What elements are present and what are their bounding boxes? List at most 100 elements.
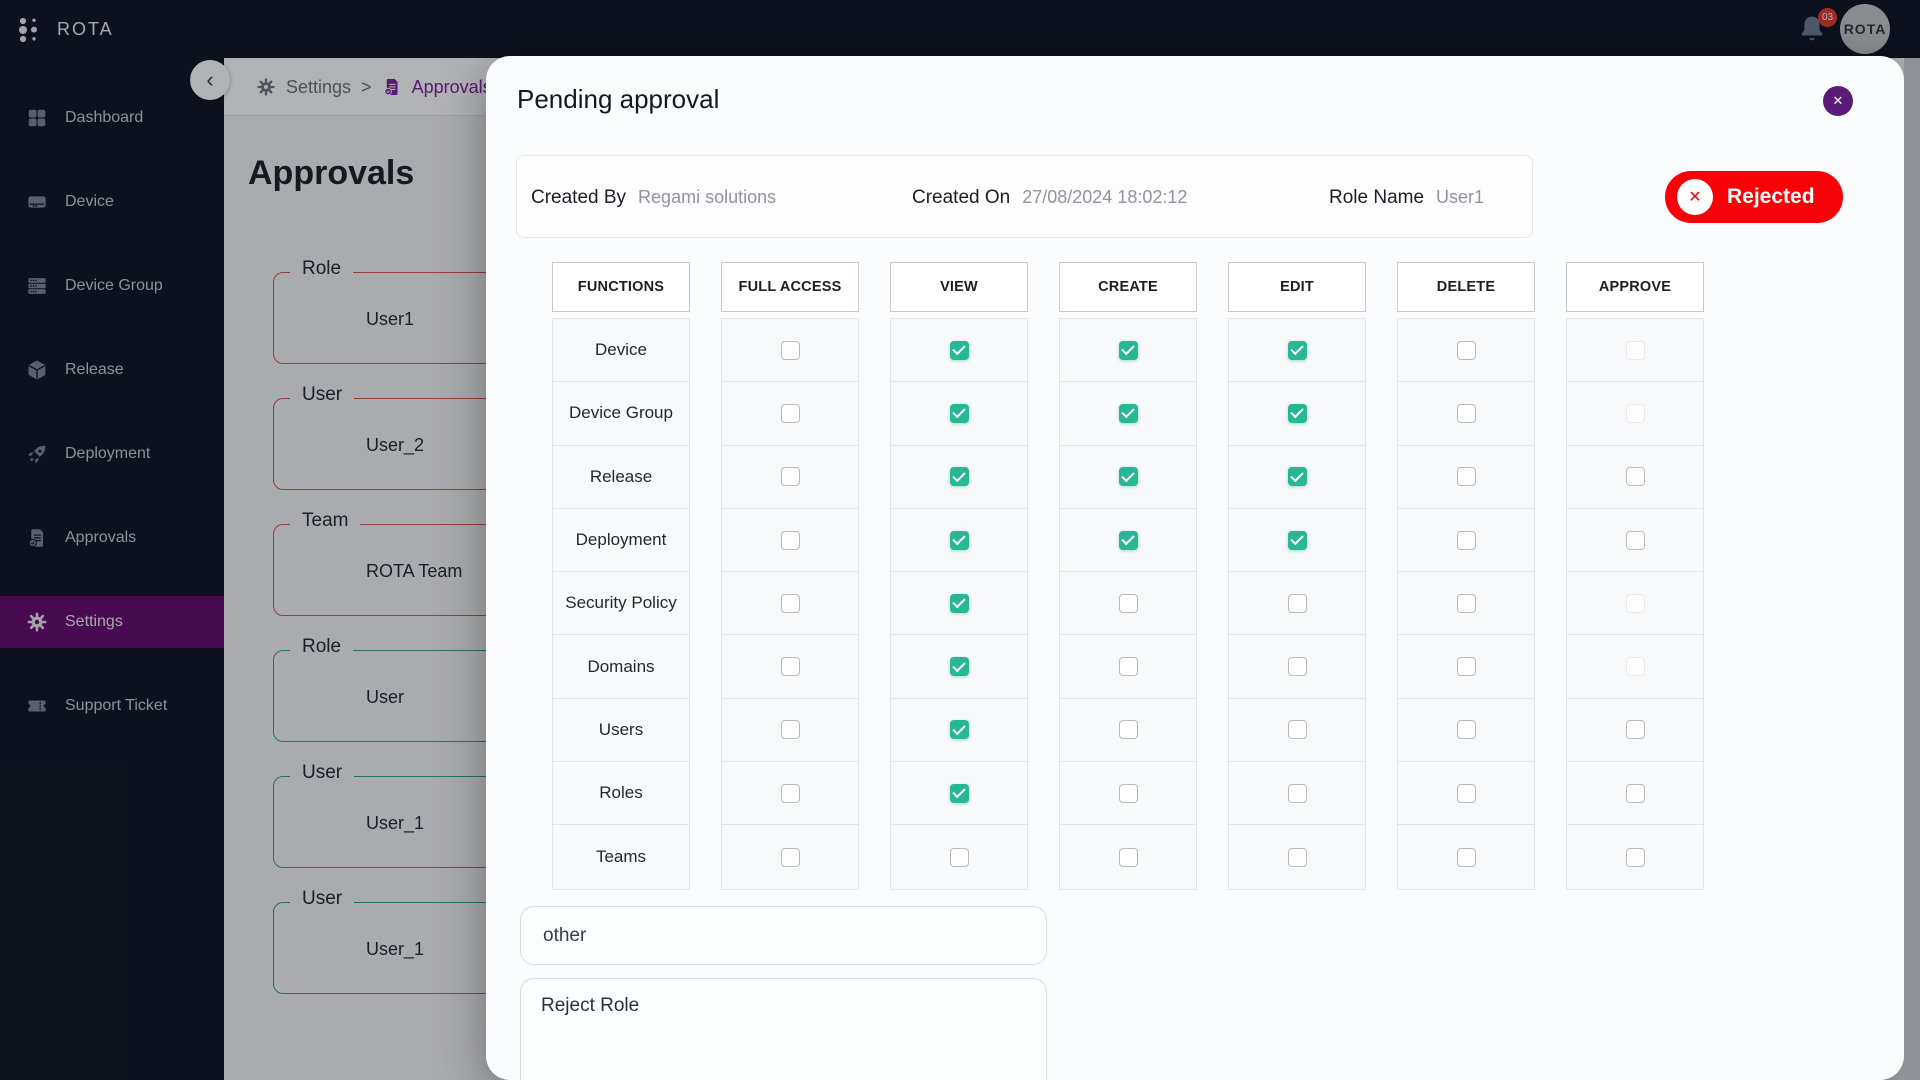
checkbox-users-approve[interactable] bbox=[1625, 720, 1645, 740]
checkbox-device-group-full-access[interactable] bbox=[780, 403, 800, 423]
checkbox-device-edit[interactable] bbox=[1287, 340, 1307, 360]
checkbox-cell bbox=[1060, 699, 1196, 763]
column-header-edit: EDIT bbox=[1228, 262, 1366, 312]
checkbox-cell bbox=[722, 382, 858, 446]
checkbox-domains-create[interactable] bbox=[1118, 657, 1138, 677]
checkbox-security-policy-edit[interactable] bbox=[1287, 593, 1307, 613]
checkbox-device-delete[interactable] bbox=[1456, 340, 1476, 360]
checkbox-users-edit[interactable] bbox=[1287, 720, 1307, 740]
function-label-roles: Roles bbox=[553, 762, 689, 826]
reject-reason-textarea[interactable]: Reject Role bbox=[520, 978, 1047, 1080]
checkbox-device-view[interactable] bbox=[949, 340, 969, 360]
checkbox-cell bbox=[1229, 382, 1365, 446]
permission-column-approve: APPROVE bbox=[1566, 262, 1704, 890]
checkbox-cell bbox=[1229, 699, 1365, 763]
checkbox-cell bbox=[1567, 509, 1703, 573]
created-by-group: Created By Regami solutions bbox=[531, 156, 776, 239]
checkbox-cell bbox=[1060, 382, 1196, 446]
checkbox-cell bbox=[891, 825, 1027, 888]
checkbox-cell bbox=[1060, 635, 1196, 699]
checkbox-users-create[interactable] bbox=[1118, 720, 1138, 740]
checkbox-security-policy-create[interactable] bbox=[1118, 593, 1138, 613]
checkbox-deployment-edit[interactable] bbox=[1287, 530, 1307, 550]
checkbox-roles-view[interactable] bbox=[949, 783, 969, 803]
checkbox-users-view[interactable] bbox=[949, 720, 969, 740]
checkbox-teams-view[interactable] bbox=[949, 847, 969, 867]
checkbox-deployment-approve[interactable] bbox=[1625, 530, 1645, 550]
scrollbar[interactable] bbox=[1904, 58, 1920, 1080]
checkbox-cell bbox=[722, 635, 858, 699]
checkbox-device-group-view[interactable] bbox=[949, 403, 969, 423]
checkbox-security-policy-full-access[interactable] bbox=[780, 593, 800, 613]
checkbox-users-full-access[interactable] bbox=[780, 720, 800, 740]
checkbox-cell bbox=[1229, 825, 1365, 888]
checkbox-deployment-delete[interactable] bbox=[1456, 530, 1476, 550]
checkbox-cell bbox=[891, 699, 1027, 763]
checkbox-deployment-view[interactable] bbox=[949, 530, 969, 550]
checkbox-release-delete[interactable] bbox=[1456, 467, 1476, 487]
permission-column-delete: DELETE bbox=[1397, 262, 1535, 890]
checkbox-roles-edit[interactable] bbox=[1287, 783, 1307, 803]
checkbox-cell bbox=[1567, 699, 1703, 763]
checkbox-users-delete[interactable] bbox=[1456, 720, 1476, 740]
checkbox-deployment-create[interactable] bbox=[1118, 530, 1138, 550]
checkbox-cell bbox=[1229, 762, 1365, 826]
checkbox-device-group-approve[interactable] bbox=[1625, 403, 1645, 423]
function-label-device: Device bbox=[553, 319, 689, 383]
checkbox-device-create[interactable] bbox=[1118, 340, 1138, 360]
column-header-functions: FUNCTIONS bbox=[552, 262, 690, 312]
checkbox-cell bbox=[891, 446, 1027, 509]
checkbox-cell bbox=[1398, 572, 1534, 636]
checkbox-teams-delete[interactable] bbox=[1456, 847, 1476, 867]
role-name-label: Role Name bbox=[1329, 186, 1425, 208]
checkbox-deployment-full-access[interactable] bbox=[780, 530, 800, 550]
checkbox-teams-edit[interactable] bbox=[1287, 847, 1307, 867]
checkbox-cell bbox=[1567, 319, 1703, 383]
checkbox-domains-full-access[interactable] bbox=[780, 657, 800, 677]
checkbox-device-group-edit[interactable] bbox=[1287, 403, 1307, 423]
checkbox-teams-full-access[interactable] bbox=[780, 847, 800, 867]
close-button[interactable]: ✕ bbox=[1823, 86, 1853, 116]
function-label-teams: Teams bbox=[595, 847, 647, 867]
column-header-delete: DELETE bbox=[1397, 262, 1535, 312]
permission-column-view: VIEW bbox=[890, 262, 1028, 890]
checkbox-domains-edit[interactable] bbox=[1287, 657, 1307, 677]
checkbox-release-edit[interactable] bbox=[1287, 467, 1307, 487]
checkbox-cell bbox=[722, 762, 858, 826]
checkbox-security-policy-view[interactable] bbox=[949, 593, 969, 613]
checkbox-domains-view[interactable] bbox=[949, 657, 969, 677]
checkbox-cell bbox=[1060, 446, 1196, 509]
checkbox-device-full-access[interactable] bbox=[780, 340, 800, 360]
checkbox-cell bbox=[1398, 319, 1534, 383]
checkbox-domains-approve[interactable] bbox=[1625, 657, 1645, 677]
status-badge-rejected: ✕ Rejected bbox=[1665, 171, 1843, 223]
checkbox-release-approve[interactable] bbox=[1625, 467, 1645, 487]
column-header-full-access: FULL ACCESS bbox=[721, 262, 859, 312]
checkbox-cell bbox=[891, 762, 1027, 826]
function-label-deployment: Deployment bbox=[553, 509, 689, 573]
checkbox-roles-approve[interactable] bbox=[1625, 783, 1645, 803]
function-label-security-policy: Security Policy bbox=[553, 572, 689, 636]
checkbox-device-approve[interactable] bbox=[1625, 340, 1645, 360]
checkbox-cell bbox=[1398, 635, 1534, 699]
checkbox-teams-create[interactable] bbox=[1118, 847, 1138, 867]
checkbox-roles-delete[interactable] bbox=[1456, 783, 1476, 803]
checkbox-device-group-delete[interactable] bbox=[1456, 403, 1476, 423]
checkbox-security-policy-approve[interactable] bbox=[1625, 593, 1645, 613]
checkbox-teams-approve[interactable] bbox=[1625, 847, 1645, 867]
checkbox-release-full-access[interactable] bbox=[780, 467, 800, 487]
other-input[interactable] bbox=[520, 906, 1047, 965]
checkbox-cell bbox=[891, 319, 1027, 383]
checkbox-device-group-create[interactable] bbox=[1118, 403, 1138, 423]
created-by-value: Regami solutions bbox=[638, 187, 777, 207]
checkbox-cell bbox=[1060, 825, 1196, 888]
checkbox-security-policy-delete[interactable] bbox=[1456, 593, 1476, 613]
checkbox-roles-create[interactable] bbox=[1118, 783, 1138, 803]
rejected-x-icon: ✕ bbox=[1677, 179, 1713, 215]
permissions-table: FUNCTIONS Device Device Group Release Deploy… bbox=[552, 262, 1704, 890]
checkbox-cell bbox=[1060, 572, 1196, 636]
checkbox-release-create[interactable] bbox=[1118, 467, 1138, 487]
checkbox-release-view[interactable] bbox=[949, 467, 969, 487]
checkbox-roles-full-access[interactable] bbox=[780, 783, 800, 803]
checkbox-domains-delete[interactable] bbox=[1456, 657, 1476, 677]
